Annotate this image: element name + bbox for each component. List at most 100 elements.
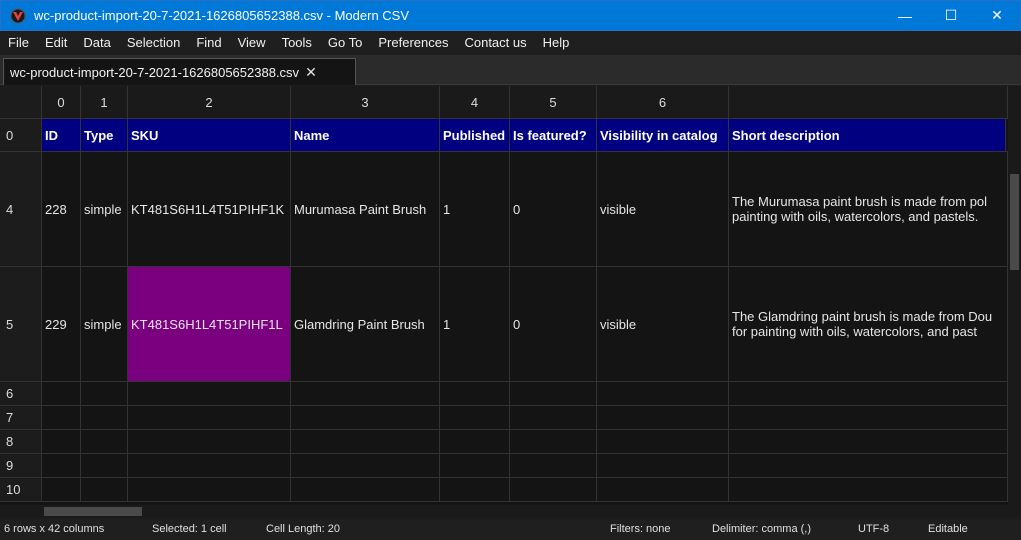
table-cell[interactable]: simple [81,267,128,381]
header-cell-name[interactable]: Name [291,119,440,151]
table-cell[interactable] [510,382,597,405]
table-cell[interactable] [42,430,81,453]
menu-go-to[interactable]: Go To [322,35,368,50]
table-cell[interactable]: Glamdring Paint Brush [291,267,440,381]
table-cell[interactable]: 1 [440,152,510,266]
table-cell[interactable] [291,478,440,501]
header-cell-type[interactable]: Type [81,119,128,151]
table-cell[interactable] [597,478,729,501]
table-cell[interactable] [81,382,128,405]
vertical-scrollbar[interactable] [1008,86,1021,518]
selected-cell[interactable]: KT481S6H1L4T51PIHF1L [128,267,291,381]
table-cell[interactable]: visible [597,152,729,266]
table-cell-description[interactable]: The Glamdring paint brush is made from D… [729,267,1008,381]
column-index[interactable]: 5 [510,86,597,118]
table-cell[interactable] [510,430,597,453]
header-cell-short-description[interactable]: Short description [729,119,1006,151]
table-cell[interactable] [291,430,440,453]
column-index[interactable]: 4 [440,86,510,118]
table-cell[interactable] [597,382,729,405]
table-cell[interactable] [128,454,291,477]
menu-data[interactable]: Data [77,35,116,50]
column-index[interactable]: 6 [597,86,729,118]
menu-edit[interactable]: Edit [39,35,73,50]
row-number[interactable]: 9 [0,454,42,477]
menu-contact-us[interactable]: Contact us [458,35,532,50]
table-cell[interactable] [729,382,1008,405]
menu-tools[interactable]: Tools [276,35,318,50]
menu-file[interactable]: File [0,35,35,50]
menu-help[interactable]: Help [537,35,576,50]
row-number[interactable]: 8 [0,430,42,453]
table-cell[interactable]: simple [81,152,128,266]
table-cell[interactable] [42,406,81,429]
table-cell[interactable]: 0 [510,152,597,266]
row-number[interactable]: 4 [0,152,42,266]
column-index-empty[interactable] [729,86,1008,118]
table-cell[interactable] [128,406,291,429]
menu-view[interactable]: View [232,35,272,50]
row-number[interactable]: 0 [0,119,42,151]
table-cell[interactable] [510,478,597,501]
table-cell[interactable] [291,454,440,477]
table-cell[interactable] [597,406,729,429]
menu-selection[interactable]: Selection [121,35,186,50]
table-cell[interactable] [42,478,81,501]
column-index[interactable]: 1 [81,86,128,118]
row-number[interactable]: 7 [0,406,42,429]
table-cell[interactable] [128,382,291,405]
table-cell[interactable] [510,454,597,477]
table-cell[interactable] [729,430,1008,453]
table-cell[interactable] [440,478,510,501]
vertical-scroll-thumb[interactable] [1010,174,1019,270]
close-tab-icon[interactable]: ✕ [305,64,317,81]
table-cell[interactable] [729,454,1008,477]
table-cell[interactable] [291,406,440,429]
table-cell[interactable] [42,382,81,405]
table-cell[interactable]: KT481S6H1L4T51PIHF1K [128,152,291,266]
table-cell[interactable]: 228 [42,152,81,266]
corner-cell[interactable] [0,86,42,118]
table-cell[interactable] [42,454,81,477]
table-cell[interactable] [81,478,128,501]
table-cell[interactable] [440,430,510,453]
horizontal-scroll-thumb[interactable] [44,507,142,516]
column-index[interactable]: 2 [128,86,291,118]
maximize-button[interactable]: ☐ [928,1,974,31]
table-cell[interactable] [597,454,729,477]
table-cell[interactable] [440,454,510,477]
table-cell[interactable] [128,430,291,453]
header-cell-id[interactable]: ID [42,119,81,151]
header-cell-visibility[interactable]: Visibility in catalog [597,119,729,151]
table-cell[interactable] [291,382,440,405]
table-cell[interactable]: 0 [510,267,597,381]
horizontal-scrollbar[interactable] [0,505,1008,518]
table-cell[interactable]: 229 [42,267,81,381]
column-index[interactable]: 3 [291,86,440,118]
header-cell-is-featured[interactable]: Is featured? [510,119,597,151]
column-index[interactable]: 0 [42,86,81,118]
row-number[interactable]: 6 [0,382,42,405]
menu-preferences[interactable]: Preferences [372,35,454,50]
table-cell[interactable] [729,478,1008,501]
table-cell[interactable] [440,406,510,429]
header-cell-sku[interactable]: SKU [128,119,291,151]
table-cell[interactable] [597,430,729,453]
minimize-button[interactable]: — [882,1,928,31]
close-window-button[interactable]: ✕ [974,1,1020,31]
table-cell[interactable] [81,430,128,453]
row-number[interactable]: 10 [0,478,42,501]
table-cell[interactable] [440,382,510,405]
table-cell[interactable] [510,406,597,429]
file-tab[interactable]: wc-product-import-20-7-2021-162680565238… [3,58,356,85]
table-cell[interactable]: Murumasa Paint Brush [291,152,440,266]
table-cell[interactable] [128,478,291,501]
table-cell[interactable] [81,406,128,429]
table-cell[interactable]: visible [597,267,729,381]
header-cell-published[interactable]: Published [440,119,510,151]
menu-find[interactable]: Find [190,35,227,50]
row-number[interactable]: 5 [0,267,42,381]
table-cell[interactable] [81,454,128,477]
table-cell[interactable] [729,406,1008,429]
table-cell[interactable]: 1 [440,267,510,381]
